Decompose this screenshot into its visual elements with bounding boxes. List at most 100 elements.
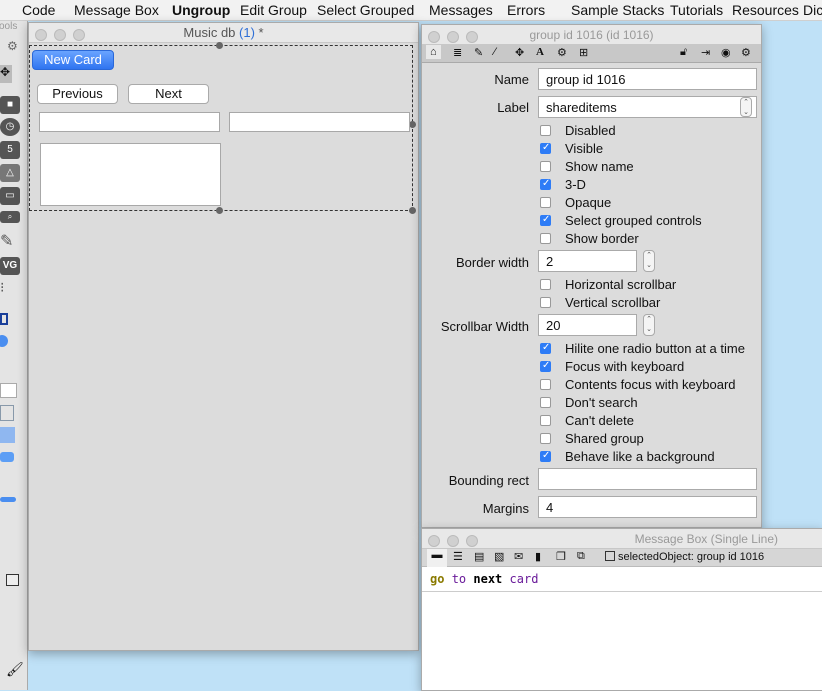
- chart-icon[interactable]: △: [0, 164, 20, 182]
- target-icon[interactable]: ◉: [721, 46, 731, 59]
- radio-tool-icon[interactable]: [0, 335, 8, 347]
- checkbox-label[interactable]: Contents focus with keyboard: [565, 377, 736, 392]
- margins-field[interactable]: 4: [538, 496, 757, 518]
- svg-icon[interactable]: VG: [0, 257, 20, 275]
- menu-select-grouped[interactable]: Select Grouped: [317, 2, 414, 18]
- checkbox-label[interactable]: Opaque: [565, 195, 611, 210]
- checkbox-label[interactable]: Vertical scrollbar: [565, 295, 660, 310]
- text-area[interactable]: [40, 143, 221, 206]
- checkbox-visible[interactable]: [540, 142, 551, 154]
- scrollbar-width-stepper[interactable]: ⌃ ⌄: [643, 314, 655, 336]
- popup-tool-icon[interactable]: [0, 452, 14, 462]
- border-width-stepper[interactable]: ⌃ ⌄: [643, 250, 655, 272]
- checkbox-opaque[interactable]: [540, 197, 551, 208]
- previous-button[interactable]: Previous: [37, 84, 118, 104]
- checkbox-label[interactable]: Don't search: [565, 395, 638, 410]
- monitor-icon[interactable]: ▭: [0, 187, 20, 205]
- table-tool-icon[interactable]: [0, 405, 14, 421]
- document-icon[interactable]: ▮: [535, 550, 541, 563]
- exit-icon[interactable]: ⇥: [701, 46, 710, 59]
- menu-dictionary[interactable]: Dic: [803, 2, 822, 18]
- border-width-field[interactable]: 2: [538, 250, 637, 272]
- checkbox-label[interactable]: 3-D: [565, 177, 586, 192]
- basic-tab-home-icon[interactable]: ⌂: [426, 45, 441, 59]
- checkbox-show-border[interactable]: [540, 233, 551, 244]
- bounding-rect-field[interactable]: [538, 468, 757, 490]
- checkbox-label[interactable]: Focus with keyboard: [565, 359, 684, 374]
- text-icon[interactable]: A: [536, 46, 544, 58]
- checkbox-select-grouped-controls[interactable]: [540, 214, 551, 226]
- checkbox-label[interactable]: Visible: [565, 141, 603, 156]
- new-card-button[interactable]: New Card: [32, 50, 114, 70]
- menu-sample-stacks[interactable]: Sample Stacks: [571, 2, 664, 18]
- checkbox-tool-icon[interactable]: [0, 313, 8, 325]
- pencil-icon[interactable]: ✎: [0, 231, 13, 251]
- checkbox-vertical-scrollbar[interactable]: [540, 297, 551, 308]
- wand-icon[interactable]: ⁄: [494, 46, 496, 58]
- copy-icon[interactable]: ⧉: [577, 550, 585, 563]
- menu-messages[interactable]: Messages: [429, 2, 493, 18]
- checkbox-behave-like-a-background[interactable]: [540, 450, 551, 462]
- geometry-icon[interactable]: ⊞: [579, 46, 588, 59]
- script-icon[interactable]: ▤: [474, 550, 484, 563]
- scrollbar-width-field[interactable]: 20: [538, 314, 637, 336]
- clock-icon[interactable]: ◷: [0, 118, 20, 136]
- menu-tutorials[interactable]: Tutorials: [670, 2, 723, 18]
- checkbox-show-name[interactable]: [540, 161, 551, 172]
- menu-resources[interactable]: Resources: [732, 2, 799, 18]
- html5-icon[interactable]: 5: [0, 141, 20, 159]
- gear-icon[interactable]: ⚙: [7, 39, 18, 53]
- label-stepper[interactable]: ⌃ ⌄: [740, 97, 752, 117]
- selection-handle[interactable]: [409, 121, 416, 128]
- checkbox-horizontal-scrollbar[interactable]: [540, 279, 551, 290]
- documents-icon[interactable]: ❐: [556, 550, 566, 563]
- database-icon[interactable]: ≣: [453, 46, 462, 59]
- checkbox-label[interactable]: Horizontal scrollbar: [565, 277, 676, 292]
- move-icon[interactable]: ✥: [515, 46, 524, 59]
- rectangle-tool-icon[interactable]: [6, 574, 19, 586]
- checkbox-label[interactable]: Shared group: [565, 431, 644, 446]
- menu-errors[interactable]: Errors: [507, 2, 545, 18]
- menu-message-box[interactable]: Message Box: [74, 2, 159, 18]
- text-field-1[interactable]: [39, 112, 220, 132]
- checkbox-don-t-search[interactable]: [540, 397, 551, 408]
- gears-icon[interactable]: ⚙: [557, 46, 567, 59]
- label-field[interactable]: shareditems: [538, 96, 757, 118]
- checkbox-disabled[interactable]: [540, 125, 551, 136]
- settings-icon[interactable]: ⚙: [741, 46, 751, 59]
- menu-ungroup[interactable]: Ungroup: [172, 2, 230, 18]
- list-tool-icon[interactable]: [0, 427, 15, 443]
- message-input[interactable]: go to next card: [422, 568, 822, 592]
- checkbox-3-d[interactable]: [540, 178, 551, 190]
- checkbox-label[interactable]: Hilite one radio button at a time: [565, 341, 745, 356]
- android-icon[interactable]: ■: [0, 96, 20, 114]
- window-controls[interactable]: [35, 27, 92, 47]
- selection-handle[interactable]: [216, 42, 223, 49]
- pencil-icon[interactable]: ✎: [474, 46, 483, 59]
- checkbox-shared-group[interactable]: [540, 433, 551, 444]
- next-button[interactable]: Next: [128, 84, 209, 104]
- menu-code[interactable]: Code: [22, 2, 55, 18]
- tree-icon[interactable]: ⁝: [0, 279, 4, 296]
- script-x-icon[interactable]: ▧: [494, 550, 504, 563]
- mail-icon[interactable]: ✉: [514, 550, 523, 563]
- checkbox-focus-with-keyboard[interactable]: [540, 360, 551, 372]
- pointer-tool-icon[interactable]: ✥: [0, 65, 12, 83]
- menu-edit-group[interactable]: Edit Group: [240, 2, 307, 18]
- checkbox-label[interactable]: Can't delete: [565, 413, 634, 428]
- checkbox-label[interactable]: Select grouped controls: [565, 213, 702, 228]
- single-line-icon[interactable]: ▬: [427, 549, 447, 567]
- checkbox-label[interactable]: Behave like a background: [565, 449, 715, 464]
- spray-tool-icon[interactable]: 🖌: [6, 661, 24, 678]
- search-icon[interactable]: ⌕: [0, 211, 20, 223]
- field-tool-icon[interactable]: [0, 383, 17, 398]
- multi-line-icon[interactable]: ☰: [453, 550, 463, 563]
- checkbox-contents-focus-with-keyboard[interactable]: [540, 379, 551, 390]
- checkbox-label[interactable]: Show border: [565, 231, 639, 246]
- checkbox-can-t-delete[interactable]: [540, 415, 551, 426]
- checkbox-hilite-one-radio-button-at-a-time[interactable]: [540, 342, 551, 354]
- selection-handle[interactable]: [409, 207, 416, 214]
- text-field-2[interactable]: [229, 112, 410, 132]
- name-field[interactable]: group id 1016: [538, 68, 757, 90]
- checkbox-label[interactable]: Disabled: [565, 123, 616, 138]
